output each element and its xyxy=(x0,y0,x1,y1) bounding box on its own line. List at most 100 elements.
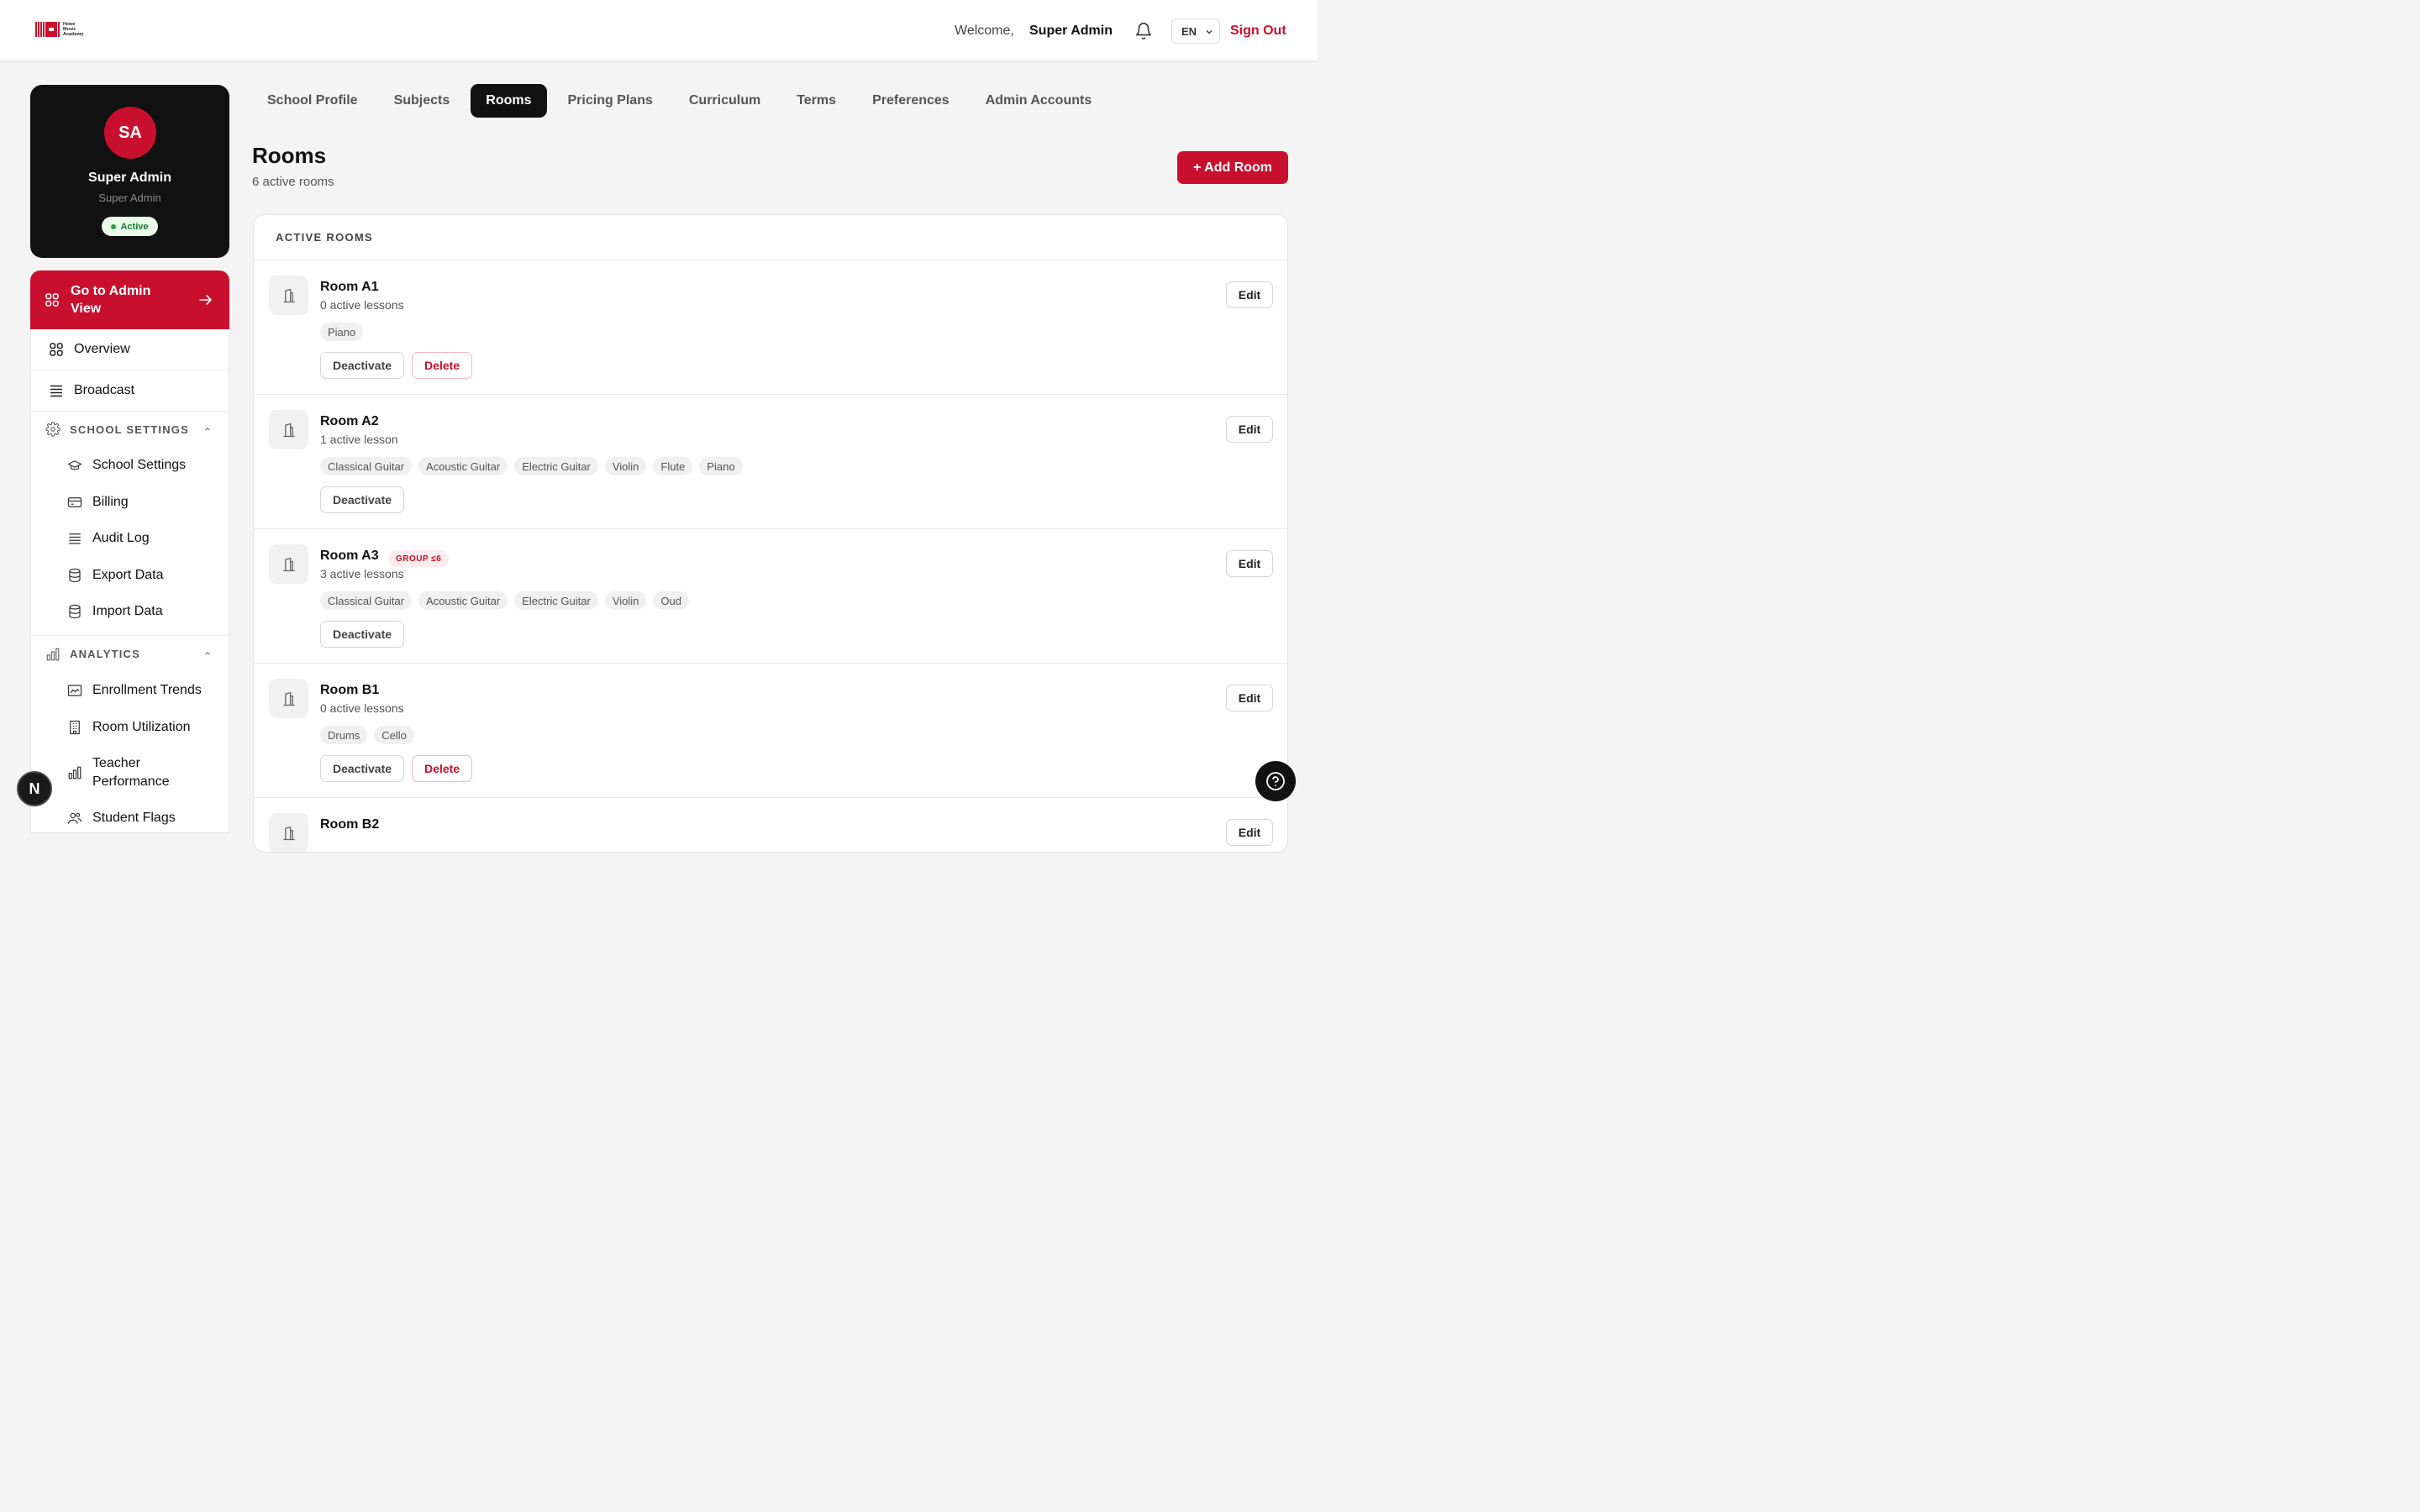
panel-heading: ACTIVE ROOMS xyxy=(254,215,1287,260)
database-icon xyxy=(69,568,81,582)
sidebar-item-label: Billing xyxy=(92,494,129,509)
tab-subjects[interactable]: Subjects xyxy=(379,84,466,118)
settings-tabs: School Profile Subjects Rooms Pricing Pl… xyxy=(252,84,1113,118)
bar-chart-icon xyxy=(46,648,60,660)
sidebar-item-enrollment-trends[interactable]: Enrollment Trends xyxy=(31,672,229,709)
room-name: Room A1 xyxy=(320,280,379,294)
profile-name: Super Admin xyxy=(88,171,171,185)
sidebar-item-room-utilization[interactable]: Room Utilization xyxy=(31,709,229,745)
profile-role: Super Admin xyxy=(98,192,161,204)
tab-terms[interactable]: Terms xyxy=(781,84,851,118)
sidebar-item-student-flags[interactable]: Student Flags xyxy=(31,801,229,836)
tab-pricing-plans[interactable]: Pricing Plans xyxy=(553,84,668,118)
sidebar-item-label: Import Data xyxy=(92,604,163,618)
sidebar-item-import-data[interactable]: Import Data xyxy=(31,593,229,630)
room-lessons: 0 active lessons xyxy=(320,701,404,715)
subject-tag: Oud xyxy=(653,591,689,610)
top-bar: Hewe Music Academy Welcome, Super Admin … xyxy=(0,0,1318,61)
delete-button[interactable]: Delete xyxy=(412,352,473,379)
edit-button[interactable]: Edit xyxy=(1226,819,1273,846)
subject-tag: Violin xyxy=(604,591,647,610)
sidebar-item-teacher-performance[interactable]: Teacher Performance xyxy=(31,745,229,801)
help-circle-icon xyxy=(1266,772,1285,790)
arrow-right-icon xyxy=(199,295,212,305)
graduation-cap-icon xyxy=(67,460,82,470)
logo-text: Hewe Music Academy xyxy=(63,22,83,37)
room-actions: Deactivate Delete xyxy=(320,755,473,782)
sidebar-item-label: Enrollment Trends xyxy=(92,683,202,697)
sidebar-item-label: Overview xyxy=(74,342,130,356)
sign-out-link[interactable]: Sign Out xyxy=(1230,24,1286,39)
credit-card-icon xyxy=(67,496,82,507)
room-lessons: 0 active lessons xyxy=(320,298,404,312)
subject-tag: Cello xyxy=(374,726,414,744)
sidebar-item-label: Teacher Performance xyxy=(92,756,170,789)
room-name: Room B1 xyxy=(320,683,380,697)
deactivate-button[interactable]: Deactivate xyxy=(320,755,405,782)
dev-tools-badge[interactable]: N xyxy=(17,771,52,806)
room-row: Room B1 0 active lessons Drums Cello Dea… xyxy=(254,664,1287,798)
room-name: Room A3 xyxy=(320,549,379,563)
welcome-user-name: Super Admin xyxy=(1029,24,1113,38)
tab-preferences[interactable]: Preferences xyxy=(857,84,965,118)
database-icon xyxy=(69,604,81,619)
tab-school-profile[interactable]: School Profile xyxy=(252,84,373,118)
room-subject-tags: Piano xyxy=(320,323,364,341)
sidebar-item-audit-log[interactable]: Audit Log xyxy=(31,520,229,557)
bell-icon[interactable] xyxy=(1134,22,1153,40)
room-name: Room B2 xyxy=(320,817,380,832)
sidebar-item-label: Student Flags xyxy=(92,811,176,825)
room-row: Room A2 1 active lesson Classical Guitar… xyxy=(254,395,1287,529)
section-title: SCHOOL SETTINGS xyxy=(70,423,189,436)
go-admin-label: Go to Admin View xyxy=(71,284,151,316)
edit-button[interactable]: Edit xyxy=(1226,281,1273,308)
sidebar-item-broadcast[interactable]: Broadcast xyxy=(31,370,229,412)
room-actions: Deactivate xyxy=(320,486,405,513)
tab-rooms[interactable]: Rooms xyxy=(471,84,547,118)
building-icon xyxy=(269,410,308,449)
go-to-admin-view-button[interactable]: Go to Admin View xyxy=(30,270,229,329)
subject-tag: Piano xyxy=(320,323,364,341)
room-name: Room A2 xyxy=(320,414,379,428)
edit-button[interactable]: Edit xyxy=(1226,416,1273,443)
deactivate-button[interactable]: Deactivate xyxy=(320,352,405,379)
building-icon xyxy=(269,544,308,584)
deactivate-button[interactable]: Deactivate xyxy=(320,621,405,648)
language-value: EN xyxy=(1181,24,1197,38)
academy-logo[interactable]: Hewe Music Academy xyxy=(35,22,83,37)
list-icon xyxy=(50,385,62,397)
sidebar-item-label: Audit Log xyxy=(92,531,150,545)
language-select[interactable]: EN xyxy=(1171,18,1220,44)
section-school-settings[interactable]: SCHOOL SETTINGS xyxy=(31,412,229,447)
delete-button[interactable]: Delete xyxy=(412,755,473,782)
deactivate-button[interactable]: Deactivate xyxy=(320,486,405,513)
users-icon xyxy=(67,812,82,824)
bar-chart-icon xyxy=(68,766,82,780)
edit-button[interactable]: Edit xyxy=(1226,550,1273,577)
sidebar-item-export-data[interactable]: Export Data xyxy=(31,557,229,593)
section-analytics[interactable]: ANALYTICS xyxy=(31,636,229,672)
status-badge: Active xyxy=(102,217,158,236)
gear-icon xyxy=(45,422,60,437)
sidebar-item-school-settings[interactable]: School Settings xyxy=(31,447,229,484)
sidebar-item-billing[interactable]: Billing xyxy=(31,484,229,520)
sidebar-item-label: Broadcast xyxy=(74,383,135,397)
edit-button[interactable]: Edit xyxy=(1226,685,1273,711)
grid-icon xyxy=(45,293,59,307)
room-lessons: 1 active lesson xyxy=(320,433,398,446)
room-lessons: 3 active lessons xyxy=(320,567,404,580)
room-actions: Deactivate Delete xyxy=(320,352,473,379)
add-room-button[interactable]: + Add Room xyxy=(1177,151,1288,184)
grid-icon xyxy=(50,343,63,356)
subject-tag: Electric Guitar xyxy=(514,591,598,610)
chevron-down-icon xyxy=(1206,30,1213,34)
subject-tag: Drums xyxy=(320,726,368,744)
sidebar-item-overview[interactable]: Overview xyxy=(31,329,229,370)
tab-admin-accounts[interactable]: Admin Accounts xyxy=(971,84,1107,118)
room-subject-tags: Classical Guitar Acoustic Guitar Electri… xyxy=(320,457,743,475)
sidebar-item-label: Room Utilization xyxy=(92,719,191,734)
help-button[interactable] xyxy=(1255,761,1296,801)
profile-card: SA Super Admin Super Admin Active xyxy=(30,85,229,258)
subject-tag: Violin xyxy=(604,457,647,475)
tab-curriculum[interactable]: Curriculum xyxy=(674,84,776,118)
